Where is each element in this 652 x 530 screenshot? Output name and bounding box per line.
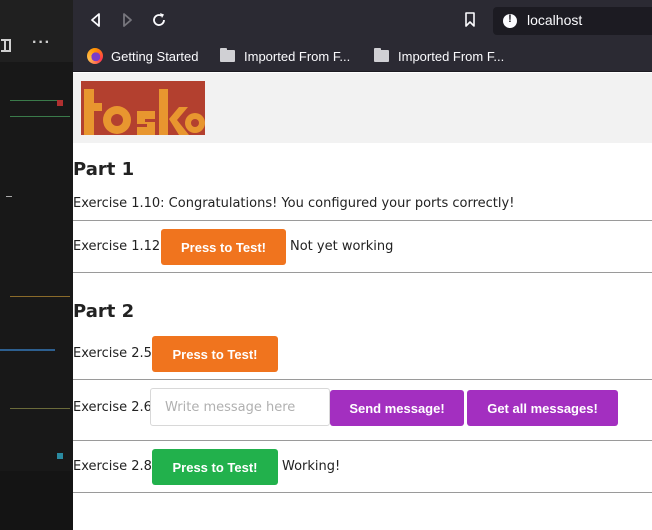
reload-icon xyxy=(153,13,165,26)
code-line xyxy=(10,296,70,297)
send-message-button[interactable]: Send message! xyxy=(330,390,464,426)
panel-toggle-icon[interactable] xyxy=(1,39,11,52)
divider xyxy=(73,220,652,221)
get-all-messages-button[interactable]: Get all messages! xyxy=(467,390,618,426)
divider xyxy=(73,440,652,441)
site-info-icon[interactable] xyxy=(503,13,517,28)
exercise-2-8-test-button[interactable]: Press to Test! xyxy=(152,449,278,485)
address-bar[interactable]: localhost xyxy=(493,7,652,35)
part2-heading: Part 2 xyxy=(73,301,135,322)
code-line xyxy=(10,100,60,101)
forward-arrow-icon xyxy=(123,13,132,27)
exercise-2-5-test-button[interactable]: Press to Test! xyxy=(152,336,278,372)
bookmark-folder-imported-1[interactable]: Imported From F... xyxy=(220,46,350,66)
bookmark-folder-imported-2[interactable]: Imported From F... xyxy=(374,46,504,66)
firefox-icon xyxy=(87,48,103,64)
folder-icon xyxy=(220,48,235,62)
exercise-1-10-text: Exercise 1.10: Congratulations! You conf… xyxy=(73,196,515,211)
exercise-1-12-status: Not yet working xyxy=(290,239,394,254)
editor-titlebar xyxy=(0,0,73,62)
bookmark-icon[interactable] xyxy=(464,12,476,27)
background-editor-window: ··· xyxy=(0,0,73,530)
folder-icon xyxy=(374,48,389,62)
back-button[interactable] xyxy=(86,10,106,30)
back-arrow-icon xyxy=(91,13,100,27)
part1-heading: Part 1 xyxy=(73,159,135,180)
code-line xyxy=(10,116,70,117)
forward-button[interactable] xyxy=(117,10,137,30)
divider xyxy=(73,492,652,493)
bookmark-label: Getting Started xyxy=(111,48,199,64)
page-content: Part 1 Exercise 1.10: Congratulations! Y… xyxy=(73,73,652,530)
exercise-2-8-status: Working! xyxy=(282,459,341,474)
exercise-2-6-label: Exercise 2.6: xyxy=(73,400,157,415)
page-header xyxy=(73,73,652,143)
divider xyxy=(73,272,652,273)
browser-window: localhost Getting Started Imported From … xyxy=(73,0,652,530)
info-marker xyxy=(57,453,63,459)
editor-highlight xyxy=(0,349,55,351)
exercise-2-8-label: Exercise 2.8: xyxy=(73,459,157,474)
divider xyxy=(73,379,652,380)
more-actions-icon[interactable]: ··· xyxy=(32,34,51,52)
exercise-2-5-label: Exercise 2.5: xyxy=(73,346,157,361)
reload-button[interactable] xyxy=(149,10,169,30)
bookmark-label: Imported From F... xyxy=(244,48,351,64)
error-marker xyxy=(57,100,63,106)
exercise-1-12-test-button[interactable]: Press to Test! xyxy=(161,229,286,265)
browser-toolbar: localhost xyxy=(73,0,652,40)
exercise-1-12-label: Exercise 1.12: xyxy=(73,239,165,254)
url-text: localhost xyxy=(527,12,583,28)
bookmark-getting-started[interactable]: Getting Started xyxy=(87,46,198,66)
toska-logo xyxy=(81,81,205,135)
code-line xyxy=(10,408,70,409)
code-line xyxy=(6,196,12,197)
message-input[interactable] xyxy=(150,388,330,426)
bookmark-label: Imported From F... xyxy=(398,48,505,64)
editor-panel xyxy=(0,471,73,530)
